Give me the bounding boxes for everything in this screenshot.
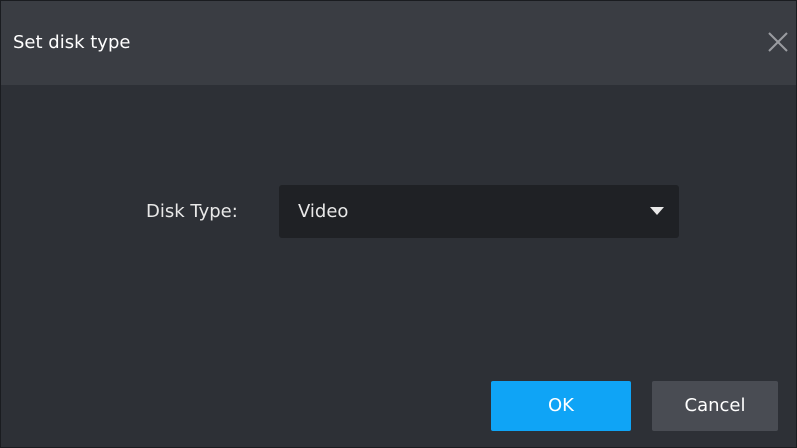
disk-type-selected-value: Video [298, 201, 349, 222]
disk-type-label: Disk Type: [146, 201, 238, 222]
cancel-button[interactable]: Cancel [652, 381, 778, 431]
ok-button[interactable]: OK [491, 381, 631, 431]
close-icon [768, 32, 788, 52]
close-button[interactable] [759, 23, 797, 61]
dialog-titlebar: Set disk type [1, 1, 796, 85]
set-disk-type-dialog: Set disk type Disk Type: Video OK Cancel [0, 0, 797, 448]
dialog-title: Set disk type [13, 32, 131, 53]
disk-type-row: Disk Type: Video [1, 185, 796, 240]
disk-type-select[interactable]: Video [279, 185, 679, 238]
caret-down-icon [650, 207, 664, 215]
